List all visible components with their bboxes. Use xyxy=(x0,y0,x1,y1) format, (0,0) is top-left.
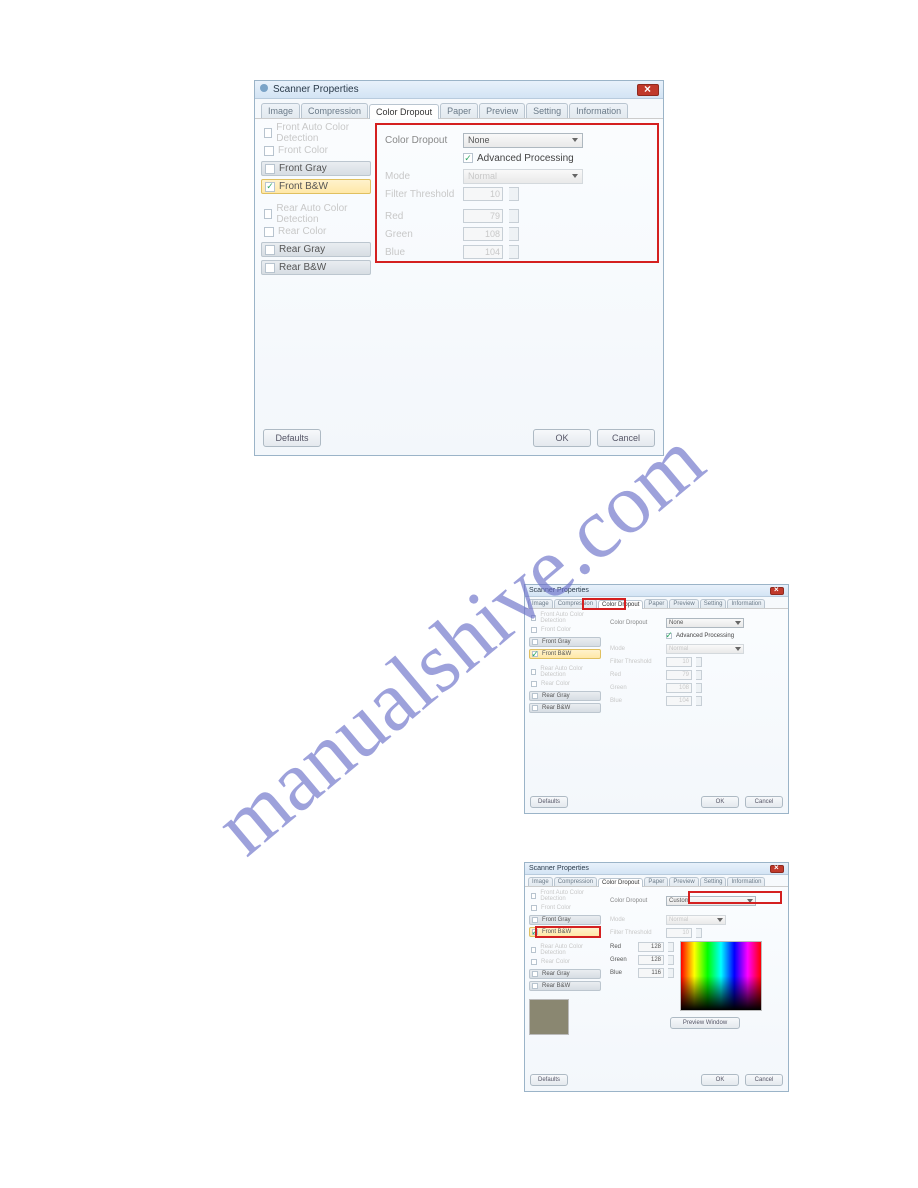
sidebar-item-rear-color: Rear Color xyxy=(261,224,371,239)
tab-preview[interactable]: Preview xyxy=(669,877,698,886)
green-input[interactable]: 128 xyxy=(638,955,664,965)
window-title: Scanner Properties xyxy=(529,865,589,872)
red-input: 79 xyxy=(463,209,503,223)
scanner-properties-dialog-large: Scanner Properties Image Compression Col… xyxy=(254,80,664,456)
titlebar: Scanner Properties xyxy=(525,863,788,875)
color-picker[interactable] xyxy=(680,941,762,1011)
sidebar-item-front-bw[interactable]: Front B&W xyxy=(529,649,601,659)
close-icon[interactable] xyxy=(770,865,784,873)
highlight-tab xyxy=(582,598,626,610)
blue-input[interactable]: 116 xyxy=(638,968,664,978)
sidebar-item-front-auto: Front Auto Color Detection xyxy=(261,125,371,140)
tab-information[interactable]: Information xyxy=(727,877,765,886)
tab-color-dropout[interactable]: Color Dropout xyxy=(598,878,643,887)
advanced-processing-checkbox[interactable] xyxy=(463,153,473,163)
sidebar-item-front-gray[interactable]: Front Gray xyxy=(529,637,601,647)
sidebar-item-front-bw[interactable]: Front B&W xyxy=(261,179,371,194)
sidebar-item-rear-bw[interactable]: Rear B&W xyxy=(529,703,601,713)
tab-information[interactable]: Information xyxy=(727,599,765,608)
tab-strip: Image Compression Color Dropout Paper Pr… xyxy=(525,597,788,609)
cancel-button[interactable]: Cancel xyxy=(597,429,655,447)
sidebar-item-front-color: Front Color xyxy=(261,143,371,158)
close-icon[interactable] xyxy=(770,587,784,595)
tab-image[interactable]: Image xyxy=(528,877,553,886)
preview-window-button[interactable]: Preview Window xyxy=(670,1017,740,1029)
side-selection-list: Front Auto Color Detection Front Color F… xyxy=(261,125,371,433)
tab-compression[interactable]: Compression xyxy=(554,877,597,886)
cancel-button[interactable]: Cancel xyxy=(745,796,783,808)
tab-setting[interactable]: Setting xyxy=(700,877,727,886)
advanced-processing-label: Advanced Processing xyxy=(477,153,574,164)
sidebar-item-rear-gray[interactable]: Rear Gray xyxy=(529,969,601,979)
tab-compression[interactable]: Compression xyxy=(301,103,368,118)
advanced-processing-checkbox[interactable] xyxy=(666,633,672,639)
red-input[interactable]: 128 xyxy=(638,942,664,952)
color-dropout-panel-highlighted: Color Dropout None Advanced Processing M… xyxy=(375,123,659,263)
titlebar: Scanner Properties xyxy=(255,81,663,99)
app-icon xyxy=(259,83,269,96)
side-selection-list: Front Auto Color Detection Front Color F… xyxy=(529,613,601,795)
window-title: Scanner Properties xyxy=(273,84,359,95)
green-label: Green xyxy=(385,229,457,240)
mode-label: Mode xyxy=(385,171,457,182)
filter-threshold-input: 10 xyxy=(463,187,503,201)
side-selection-list: Front Auto Color Detection Front Color F… xyxy=(529,891,601,1073)
tab-setting[interactable]: Setting xyxy=(526,103,568,118)
tab-preview[interactable]: Preview xyxy=(479,103,525,118)
tab-setting[interactable]: Setting xyxy=(700,599,727,608)
tab-image[interactable]: Image xyxy=(261,103,300,118)
blue-input: 104 xyxy=(463,245,503,259)
scanner-properties-dialog-small-1: Scanner Properties Image Compression Col… xyxy=(524,584,789,814)
mode-dropdown: Normal xyxy=(463,169,583,184)
sidebar-item-rear-gray[interactable]: Rear Gray xyxy=(261,242,371,257)
tab-paper[interactable]: Paper xyxy=(644,877,668,886)
tab-paper[interactable]: Paper xyxy=(440,103,478,118)
filter-threshold-label: Filter Threshold xyxy=(385,189,457,200)
tab-image[interactable]: Image xyxy=(528,599,553,608)
cancel-button[interactable]: Cancel xyxy=(745,1074,783,1086)
highlight-dropdown xyxy=(688,891,782,904)
sidebar-item-rear-gray[interactable]: Rear Gray xyxy=(529,691,601,701)
tab-color-dropout[interactable]: Color Dropout xyxy=(369,104,439,119)
green-input: 108 xyxy=(463,227,503,241)
defaults-button[interactable]: Defaults xyxy=(263,429,321,447)
tab-strip: Image Compression Color Dropout Paper Pr… xyxy=(255,99,663,119)
sidebar-item-rear-bw[interactable]: Rear B&W xyxy=(261,260,371,275)
highlight-front-bw xyxy=(535,926,601,938)
close-icon[interactable] xyxy=(637,84,659,96)
sidebar-item-front-gray[interactable]: Front Gray xyxy=(261,161,371,176)
sidebar-item-rear-auto: Rear Auto Color Detection xyxy=(261,206,371,221)
ok-button[interactable]: OK xyxy=(533,429,591,447)
sidebar-item-rear-bw[interactable]: Rear B&W xyxy=(529,981,601,991)
red-label: Red xyxy=(385,211,457,222)
color-dropout-dropdown[interactable]: None xyxy=(463,133,583,148)
ok-button[interactable]: OK xyxy=(701,796,739,808)
tab-preview[interactable]: Preview xyxy=(669,599,698,608)
tab-information[interactable]: Information xyxy=(569,103,628,118)
defaults-button[interactable]: Defaults xyxy=(530,796,568,808)
color-dropout-label: Color Dropout xyxy=(385,135,457,146)
color-preview-swatch xyxy=(529,999,569,1035)
blue-label: Blue xyxy=(385,247,457,258)
defaults-button[interactable]: Defaults xyxy=(530,1074,568,1086)
window-title: Scanner Properties xyxy=(529,587,589,594)
color-dropout-dropdown[interactable]: None xyxy=(666,618,744,628)
tab-paper[interactable]: Paper xyxy=(644,599,668,608)
titlebar: Scanner Properties xyxy=(525,585,788,597)
tab-strip: Image Compression Color Dropout Paper Pr… xyxy=(525,875,788,887)
ok-button[interactable]: OK xyxy=(701,1074,739,1086)
sidebar-item-front-gray[interactable]: Front Gray xyxy=(529,915,601,925)
scanner-properties-dialog-small-2: Scanner Properties Image Compression Col… xyxy=(524,862,789,1092)
